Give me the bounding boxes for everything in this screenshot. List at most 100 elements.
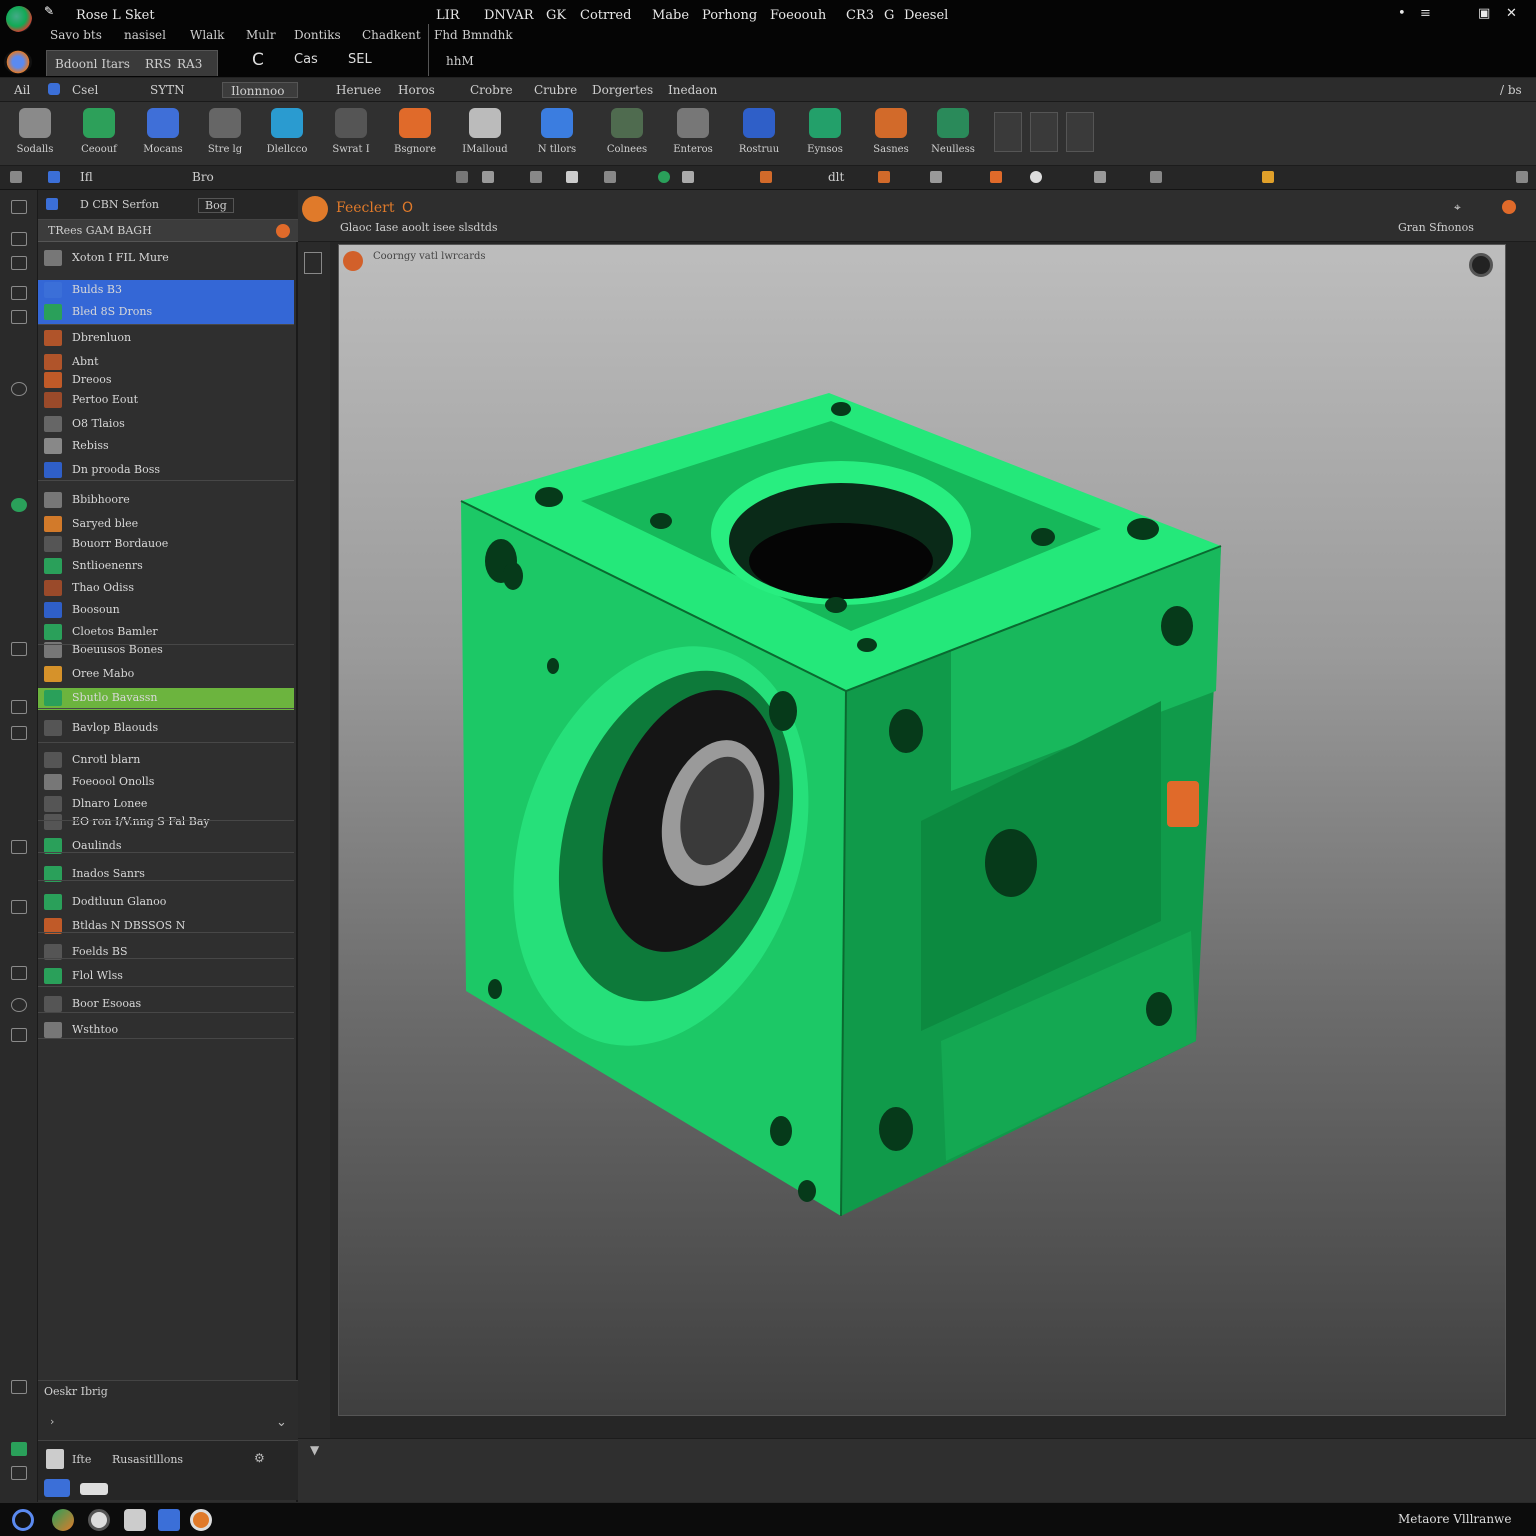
tree-item[interactable]: Bavlop Blaouds (38, 718, 294, 738)
files-icon[interactable] (124, 1509, 146, 1531)
fire-icon[interactable] (990, 171, 1002, 183)
blue-tab-icon[interactable] (44, 1479, 70, 1497)
maximize-icon[interactable]: ▣ (1478, 6, 1490, 21)
lasso-icon[interactable] (11, 966, 27, 980)
menu-title-1[interactable]: Savo bts (50, 28, 102, 42)
ribbon-button-9[interactable]: N tllors (528, 104, 586, 164)
chart-icon[interactable] (11, 642, 27, 656)
3d-viewport[interactable]: Coorngy vatl lwrcards (338, 244, 1506, 1416)
tree-icon[interactable] (11, 232, 27, 246)
top-menu-3[interactable]: GK (546, 8, 566, 23)
tree-item[interactable]: Cloetos Bamler (38, 622, 294, 642)
pin-icon[interactable] (1150, 171, 1162, 183)
filter-icon[interactable]: ▼ (310, 1443, 319, 1457)
nav-label[interactable]: hhM (446, 54, 474, 68)
sub-menu-2[interactable]: Bmndhk (462, 28, 513, 42)
sliders-icon[interactable] (11, 1466, 27, 1480)
nav-arrow-icon[interactable] (11, 200, 27, 214)
tree-item[interactable]: Bbibhoore (38, 490, 294, 510)
document-tab[interactable]: Bdoonl Itars RRS RA3 (46, 50, 218, 76)
lasso-icon[interactable] (682, 171, 694, 183)
menu-item-1[interactable]: Ail (14, 83, 30, 97)
tree-item[interactable]: Dlnaro Lonee (38, 794, 294, 814)
tree-item[interactable]: Abnt (38, 352, 294, 372)
menu-title-2[interactable]: nasisel (124, 28, 166, 42)
frame-icon[interactable] (11, 900, 27, 914)
settings-icon[interactable]: ⚙ (254, 1451, 265, 1465)
tree-item[interactable]: Wsthtoo (38, 1020, 294, 1040)
toolbar-label-1[interactable]: Ifl (80, 170, 93, 184)
blue-app-icon[interactable] (158, 1509, 180, 1531)
tree-item[interactable]: Dn prooda Boss (38, 460, 294, 480)
tree-item[interactable]: Cnrotl blarn (38, 750, 294, 770)
top-menu-1[interactable]: LIR (436, 8, 460, 23)
cad-part-model[interactable] (339, 245, 1507, 1417)
ribbon-button-3[interactable]: Mocans (134, 104, 192, 164)
document-icon[interactable] (46, 1449, 64, 1469)
app-icon[interactable] (52, 1509, 74, 1531)
tree-item[interactable]: Dodtluun Glanoo (38, 892, 294, 912)
warning-icon[interactable] (1262, 171, 1274, 183)
hand-icon[interactable] (1094, 171, 1106, 183)
toolbar-end-icon[interactable] (1516, 171, 1528, 183)
chevron-down-icon[interactable] (11, 310, 27, 324)
ribbon-button-10[interactable]: Colnees (598, 104, 656, 164)
tree-item[interactable]: Oree Mabo (38, 664, 294, 684)
menu-item-9[interactable]: Dorgertes (592, 83, 653, 97)
refresh-icon[interactable]: C (252, 50, 264, 70)
tab-indicator[interactable]: O (402, 200, 413, 216)
view-toggle-icon[interactable] (304, 252, 322, 274)
orange-tool-icon[interactable] (878, 171, 890, 183)
sub-menu-1[interactable]: Fhd (434, 28, 458, 42)
menu-icon[interactable]: ≡ (1420, 6, 1431, 21)
tree-item[interactable]: Boosoun (38, 600, 294, 620)
top-menu-9[interactable]: G (884, 8, 894, 23)
ribbon-button-7[interactable]: Bsgnore (386, 104, 444, 164)
tree-item[interactable]: Boor Esooas (38, 994, 294, 1014)
tree-item[interactable]: Inados Sanrs (38, 864, 294, 884)
alert-icon[interactable] (276, 224, 290, 238)
tree-item[interactable]: Pertoo Eout (38, 390, 294, 410)
menu-item-8[interactable]: Crubre (534, 83, 577, 97)
tree-item[interactable]: O8 Tlaios (38, 414, 294, 434)
menu-item-10[interactable]: Inedaon (668, 83, 717, 97)
toolbar-label-2[interactable]: Bro (192, 170, 214, 184)
ribbon-button-11[interactable]: Enteros (664, 104, 722, 164)
tree-item[interactable]: Foelds BS (38, 942, 294, 962)
heart-icon[interactable] (1030, 171, 1042, 183)
menu-right-label[interactable]: / bs (1500, 83, 1522, 97)
arrow-icon[interactable] (10, 171, 22, 183)
start-icon[interactable] (12, 1509, 34, 1531)
ribbon-button-1[interactable]: Sodalls (6, 104, 64, 164)
tree-item[interactable]: Oaulinds (38, 836, 294, 856)
expand-icon[interactable]: › (50, 1415, 54, 1428)
menu-title-6[interactable]: Chadkent (362, 28, 421, 42)
tree-item[interactable]: Dbrenluon (38, 328, 294, 348)
mug-icon[interactable] (11, 840, 27, 854)
gear-icon[interactable] (11, 382, 27, 396)
ribbon-button-12[interactable]: Rostruu (730, 104, 788, 164)
menu-item-6[interactable]: Horos (398, 83, 435, 97)
browser-icon[interactable] (88, 1509, 110, 1531)
top-menu-8[interactable]: CR3 (846, 8, 874, 23)
orange-app-icon[interactable] (190, 1509, 212, 1531)
tree-item[interactable]: EO ron I/V.nng S Fal Bay (38, 812, 294, 832)
tree-item[interactable]: Xoton I FIL Mure (38, 248, 294, 268)
white-tab-icon[interactable] (80, 1483, 108, 1495)
menu-title-4[interactable]: Mulr (246, 28, 276, 42)
top-menu-6[interactable]: Porhong (702, 8, 757, 23)
ribbon-button-2[interactable]: Ceoouf (70, 104, 128, 164)
menu-item-7[interactable]: Crobre (470, 83, 513, 97)
tree-header-button[interactable]: Bog (198, 198, 234, 213)
tree-item[interactable]: Bled 8S Drons (38, 302, 294, 324)
tree-item[interactable]: Sbutlo Bavassn (38, 688, 294, 710)
box-icon[interactable] (456, 171, 468, 183)
tree-item[interactable]: Flol Wlss (38, 966, 294, 986)
dot-icon[interactable]: • (1398, 6, 1406, 21)
green-flag-icon[interactable] (11, 1442, 27, 1456)
top-menu-5[interactable]: Mabe (652, 8, 689, 23)
document-title[interactable]: Feeclert (336, 200, 394, 216)
sel-button[interactable]: SEL (348, 52, 372, 67)
tree-item[interactable]: Thao Odiss (38, 578, 294, 598)
menu-item-3[interactable]: SYTN (150, 83, 185, 97)
